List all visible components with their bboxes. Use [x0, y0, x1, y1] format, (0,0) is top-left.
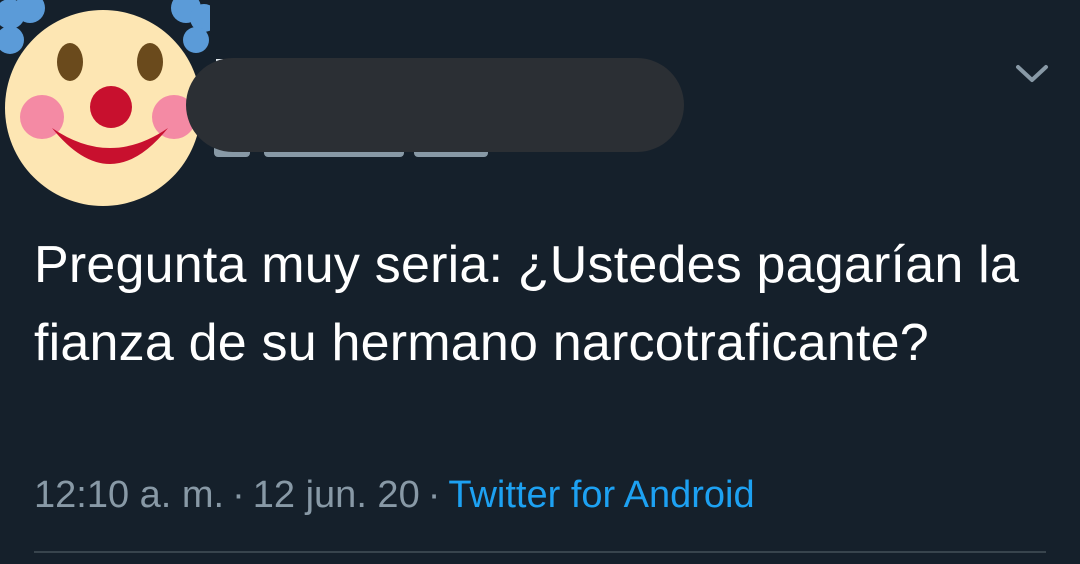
tweet-detail: Pregunta muy seria: ¿Ustedes pagarían la… [0, 0, 1080, 564]
meta-separator: · [232, 474, 245, 516]
tweet-time[interactable]: 12:10 a. m. [34, 474, 224, 516]
clown-face-icon[interactable] [0, 0, 210, 210]
tweet-meta: 12:10 a. m. · 12 jun. 20 · Twitter for Andro… [34, 472, 755, 518]
divider [34, 551, 1046, 553]
tweet-date[interactable]: 12 jun. 20 [253, 474, 420, 516]
meta-separator: · [427, 474, 441, 516]
chevron-down-icon[interactable] [1014, 58, 1050, 88]
tweet-text: Pregunta muy seria: ¿Ustedes pagarían la… [34, 236, 1019, 372]
redacted-author-name [186, 58, 684, 152]
tweet-source-link[interactable]: Twitter for Android [448, 474, 754, 516]
